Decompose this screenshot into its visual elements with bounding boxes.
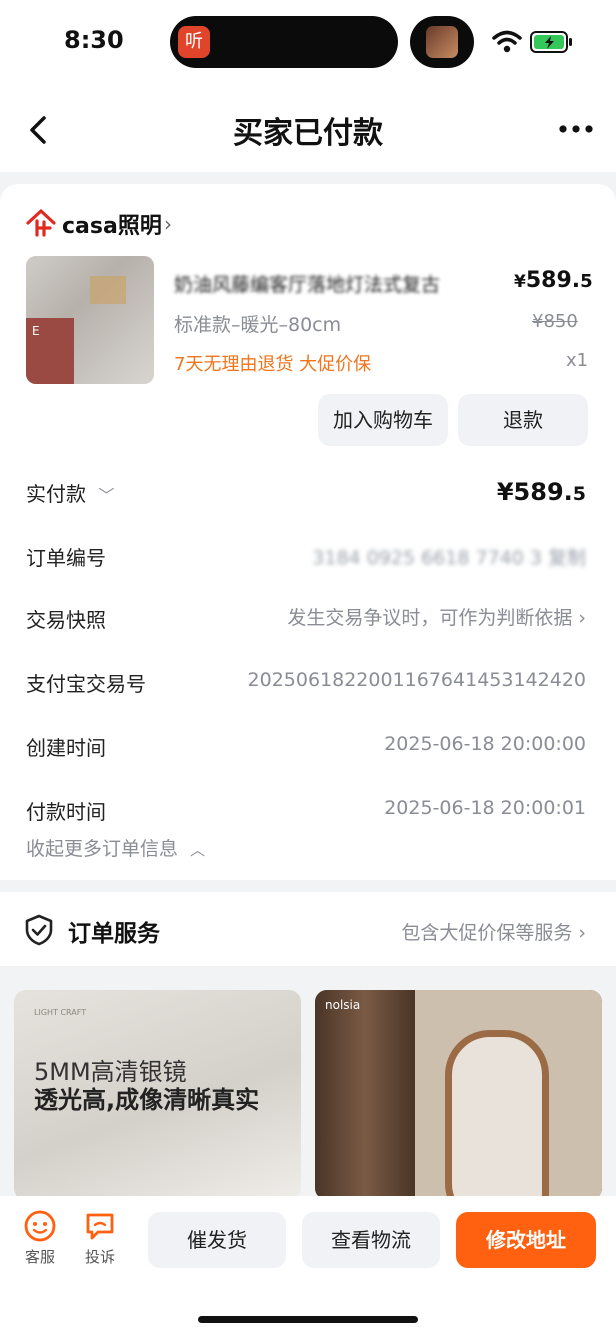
paid-row[interactable]: 实付款 ﹀ bbox=[26, 478, 114, 507]
complaint-icon[interactable] bbox=[84, 1210, 116, 1242]
services-link[interactable]: 包含大促价保等服务 › bbox=[401, 918, 586, 945]
product-spec: 标准款–暖光–80cm bbox=[174, 314, 342, 336]
urge-shipping-button[interactable]: 催发货 bbox=[148, 1212, 286, 1268]
battery-icon bbox=[530, 31, 572, 53]
rec1-subheadline: 透光高,成像清晰真实 bbox=[34, 1086, 260, 1114]
pay-time-value: 2025-06-18 20:00:01 bbox=[384, 797, 586, 819]
recommend-card-2[interactable]: nolsia bbox=[315, 990, 602, 1200]
price-symbol: ¥ bbox=[514, 272, 526, 292]
chevron-up-icon: ︿ bbox=[190, 841, 206, 859]
product-name[interactable]: 奶油风藤编客厅落地灯法式复古 bbox=[174, 270, 504, 297]
more-icon[interactable] bbox=[556, 114, 596, 144]
alipay-value: 2025061822001167641453142420 bbox=[247, 669, 586, 691]
paid-label: 实付款 bbox=[26, 482, 86, 506]
change-address-button[interactable]: 修改地址 bbox=[456, 1212, 596, 1268]
add-to-cart-button[interactable]: 加入购物车 bbox=[318, 394, 448, 446]
recommend-card-1[interactable]: LIGHT CRAFT 5MM高清银镜 透光高,成像清晰真实 bbox=[14, 990, 301, 1200]
customer-service-label[interactable]: 客服 bbox=[15, 1246, 65, 1267]
original-price: ¥850 bbox=[532, 311, 578, 332]
page-title: 买家已付款 bbox=[233, 116, 383, 151]
mirror-image bbox=[445, 1030, 549, 1200]
create-time-label: 创建时间 bbox=[26, 736, 106, 760]
product-thumbnail[interactable]: E bbox=[26, 256, 154, 384]
paid-decimal: 5 bbox=[572, 483, 586, 505]
service-tags: 7天无理由退货 大促价保 bbox=[174, 354, 372, 375]
snapshot-label: 交易快照 bbox=[26, 608, 106, 632]
paid-integer: ¥589. bbox=[496, 478, 573, 506]
paid-amount: ¥589.5 bbox=[497, 478, 586, 506]
view-logistics-button[interactable]: 查看物流 bbox=[302, 1212, 440, 1268]
pay-time-label: 付款时间 bbox=[26, 800, 106, 824]
services-title: 订单服务 bbox=[68, 921, 160, 947]
home-indicator[interactable] bbox=[198, 1316, 418, 1323]
alipay-label: 支付宝交易号 bbox=[26, 672, 146, 696]
snapshot-value: 发生交易争议时，可作为判断依据 bbox=[287, 607, 573, 629]
customer-service-icon[interactable] bbox=[24, 1210, 56, 1242]
status-time: 8:30 bbox=[64, 26, 124, 54]
chevron-down-icon: ﹀ bbox=[98, 486, 115, 505]
order-no-label: 订单编号 bbox=[26, 546, 106, 570]
price-decimal: 5 bbox=[580, 271, 593, 292]
chevron-right-icon: › bbox=[578, 607, 586, 629]
rec1-brand: LIGHT CRAFT bbox=[34, 1008, 87, 1017]
create-time-value: 2025-06-18 20:00:00 bbox=[384, 733, 586, 755]
thumb-letter: E bbox=[32, 324, 40, 338]
shop-name[interactable]: casa照明 bbox=[62, 208, 162, 240]
price-integer: 589. bbox=[525, 268, 581, 293]
listen-app-icon: 听 bbox=[178, 26, 210, 58]
wifi-icon bbox=[492, 30, 522, 53]
snapshot-link[interactable]: 发生交易争议时，可作为判断依据 › bbox=[287, 603, 586, 630]
product-price: ¥589.5 bbox=[514, 268, 593, 293]
order-no-value[interactable]: 3184 0925 6618 7740 3 复制 bbox=[312, 543, 586, 570]
shop-logo-icon bbox=[26, 209, 56, 237]
avatar bbox=[426, 26, 458, 58]
product-quantity: x1 bbox=[566, 350, 589, 371]
complaint-label[interactable]: 投诉 bbox=[75, 1246, 125, 1267]
chevron-right-icon: › bbox=[578, 922, 586, 944]
collapse-label: 收起更多订单信息 bbox=[26, 838, 179, 860]
refund-button[interactable]: 退款 bbox=[458, 394, 588, 446]
collapse-order-info[interactable]: 收起更多订单信息 ︿ bbox=[26, 834, 205, 861]
rec2-brand: nolsia bbox=[325, 998, 361, 1012]
shop-chevron-icon[interactable]: › bbox=[164, 212, 172, 236]
shield-check-icon bbox=[25, 914, 53, 946]
services-desc: 包含大促价保等服务 bbox=[401, 922, 573, 944]
